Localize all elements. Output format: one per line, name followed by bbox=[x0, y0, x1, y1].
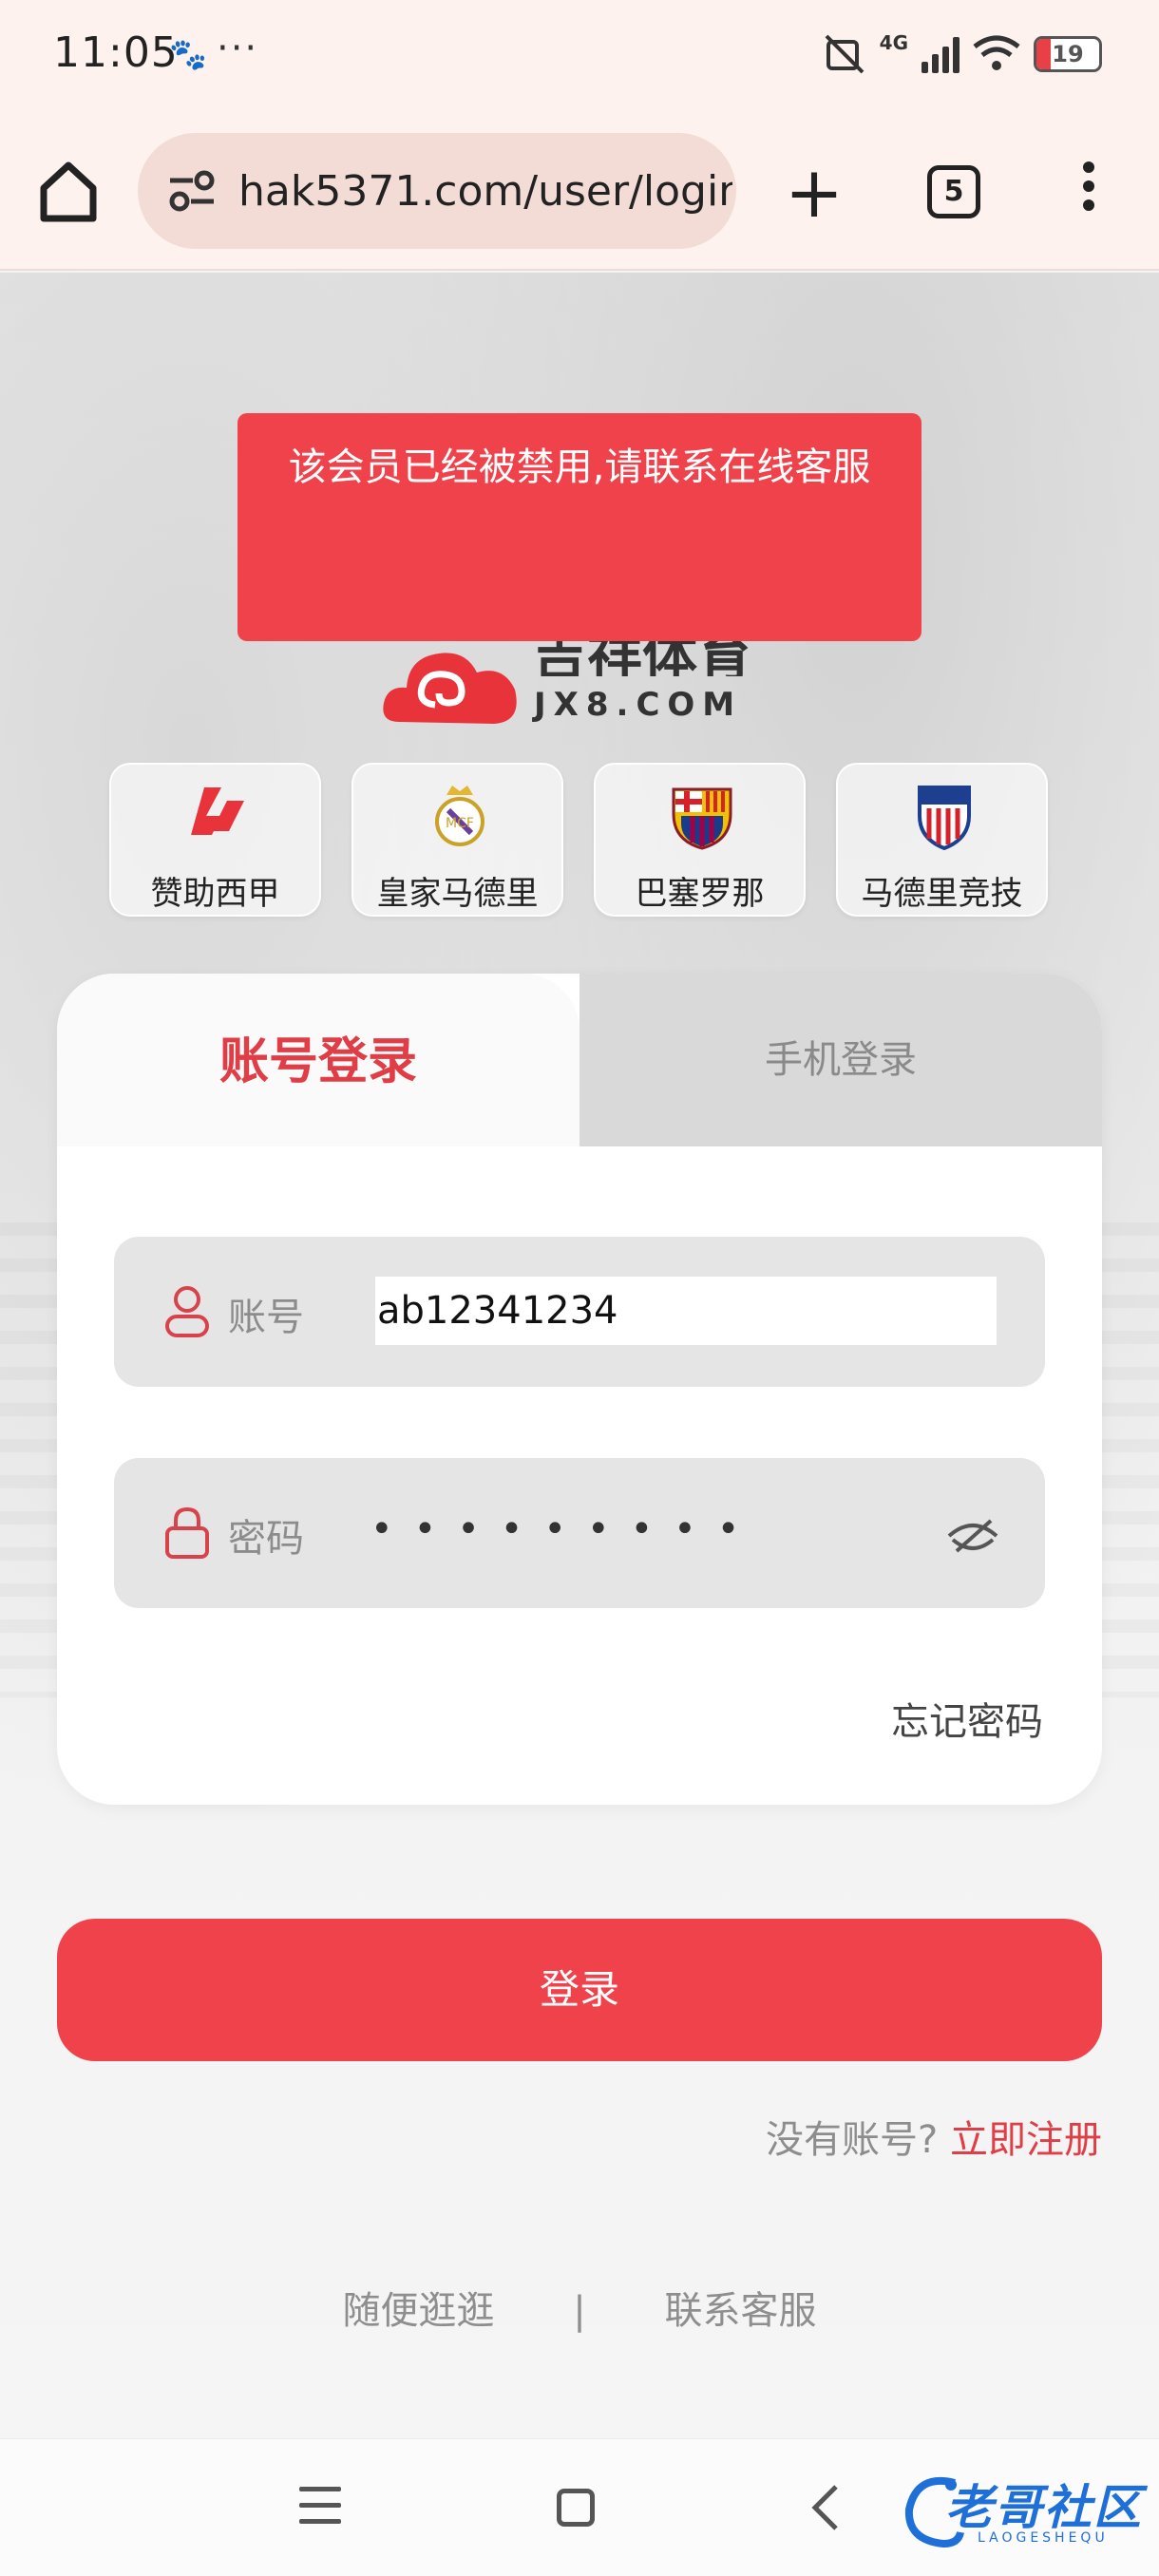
login-card: 账号登录 手机登录 账号 密码 ••••••••• 忘记密码 bbox=[57, 974, 1102, 1805]
signal-icon bbox=[922, 35, 960, 73]
wifi-icon bbox=[973, 35, 1020, 70]
footer-links: 随便逛逛 | 联系客服 bbox=[0, 2280, 1159, 2335]
real-madrid-crest: MCF bbox=[435, 786, 484, 846]
club-label: 赞助西甲 bbox=[150, 875, 280, 913]
register-link[interactable]: 立即注册 bbox=[950, 2118, 1102, 2162]
no-account-text: 没有账号? bbox=[766, 2118, 939, 2162]
svg-text:MCF: MCF bbox=[446, 816, 474, 831]
tab-phone-login[interactable]: 手机登录 bbox=[580, 974, 1102, 1146]
battery-icon: 19 bbox=[1034, 36, 1102, 72]
watermark-logo: 老哥社区 LAOGESHEQU bbox=[898, 2460, 1145, 2565]
paw-app-icon: 🐾 bbox=[169, 36, 207, 72]
tab-account-login[interactable]: 账号登录 bbox=[57, 974, 580, 1146]
back-icon[interactable] bbox=[808, 2483, 846, 2532]
user-icon bbox=[165, 1286, 209, 1337]
club-label: 巴塞罗那 bbox=[635, 875, 765, 913]
brand-name-en: JX8.COM bbox=[534, 686, 743, 724]
laliga-icon bbox=[191, 787, 244, 835]
login-button[interactable]: 登录 bbox=[57, 1919, 1102, 2061]
tab-switcher-button[interactable]: 5 bbox=[927, 165, 980, 218]
recent-apps-button[interactable] bbox=[299, 2487, 341, 2525]
forgot-password-link[interactable]: 忘记密码 bbox=[891, 1691, 1043, 1746]
hide-password-icon[interactable] bbox=[945, 1515, 1000, 1557]
mute-vibrate-icon bbox=[825, 34, 864, 74]
club-label: 马德里竞技 bbox=[861, 875, 1023, 913]
tab-label: 账号登录 bbox=[218, 1033, 417, 1090]
browse-link[interactable]: 随便逛逛 bbox=[343, 2280, 495, 2335]
register-prompt: 没有账号? 立即注册 bbox=[766, 2109, 1102, 2164]
site-settings-icon[interactable] bbox=[166, 165, 218, 217]
network-type-label: 4G bbox=[879, 31, 908, 54]
password-input[interactable]: ••••••••• bbox=[370, 1507, 760, 1551]
password-label: 密码 bbox=[228, 1517, 304, 1561]
account-input[interactable] bbox=[375, 1277, 997, 1345]
barcelona-crest bbox=[672, 787, 732, 850]
new-tab-button[interactable]: + bbox=[785, 158, 844, 228]
url-text[interactable]: hak5371.com/user/login bbox=[238, 167, 732, 216]
account-label: 账号 bbox=[228, 1296, 304, 1339]
home-icon[interactable] bbox=[36, 160, 101, 224]
lock-icon bbox=[165, 1506, 209, 1559]
account-field[interactable]: 账号 bbox=[114, 1237, 1045, 1387]
watermark-subtext: LAOGESHEQU bbox=[978, 2530, 1109, 2546]
status-icons: 4G 19 bbox=[823, 30, 1102, 78]
club-partners: 赞助西甲 MCF 皇家马德里 巴塞罗那 马德里竞技 bbox=[109, 763, 1048, 917]
club-card-real-madrid[interactable]: MCF 皇家马德里 bbox=[352, 763, 563, 917]
password-field[interactable]: 密码 ••••••••• bbox=[114, 1458, 1045, 1608]
browser-chrome: 11:05 🐾 ··· 4G 19 hak5371.com/user/login… bbox=[0, 0, 1159, 271]
battery-level: 19 bbox=[1052, 41, 1084, 67]
system-home-button[interactable] bbox=[557, 2489, 595, 2527]
customer-service-link[interactable]: 联系客服 bbox=[664, 2280, 816, 2335]
club-card-atletico[interactable]: 马德里竞技 bbox=[836, 763, 1048, 917]
footer-separator: | bbox=[573, 2289, 586, 2333]
error-toast: 该会员已经被禁用,请联系在线客服 bbox=[238, 413, 922, 641]
watermark-text: 老哥社区 bbox=[945, 2480, 1143, 2535]
status-time: 11:05 bbox=[53, 28, 179, 77]
club-card-barcelona[interactable]: 巴塞罗那 bbox=[594, 763, 806, 917]
system-nav-bar: 老哥社区 LAOGESHEQU bbox=[0, 2438, 1159, 2576]
more-notifications-icon: ··· bbox=[217, 27, 259, 70]
browser-menu-button[interactable] bbox=[1079, 161, 1098, 218]
address-bar[interactable]: hak5371.com/user/login bbox=[138, 133, 736, 249]
club-label: 皇家马德里 bbox=[376, 875, 539, 913]
brand-cloud-icon bbox=[383, 653, 517, 724]
atletico-crest bbox=[918, 786, 971, 850]
club-card-laliga[interactable]: 赞助西甲 bbox=[109, 763, 321, 917]
